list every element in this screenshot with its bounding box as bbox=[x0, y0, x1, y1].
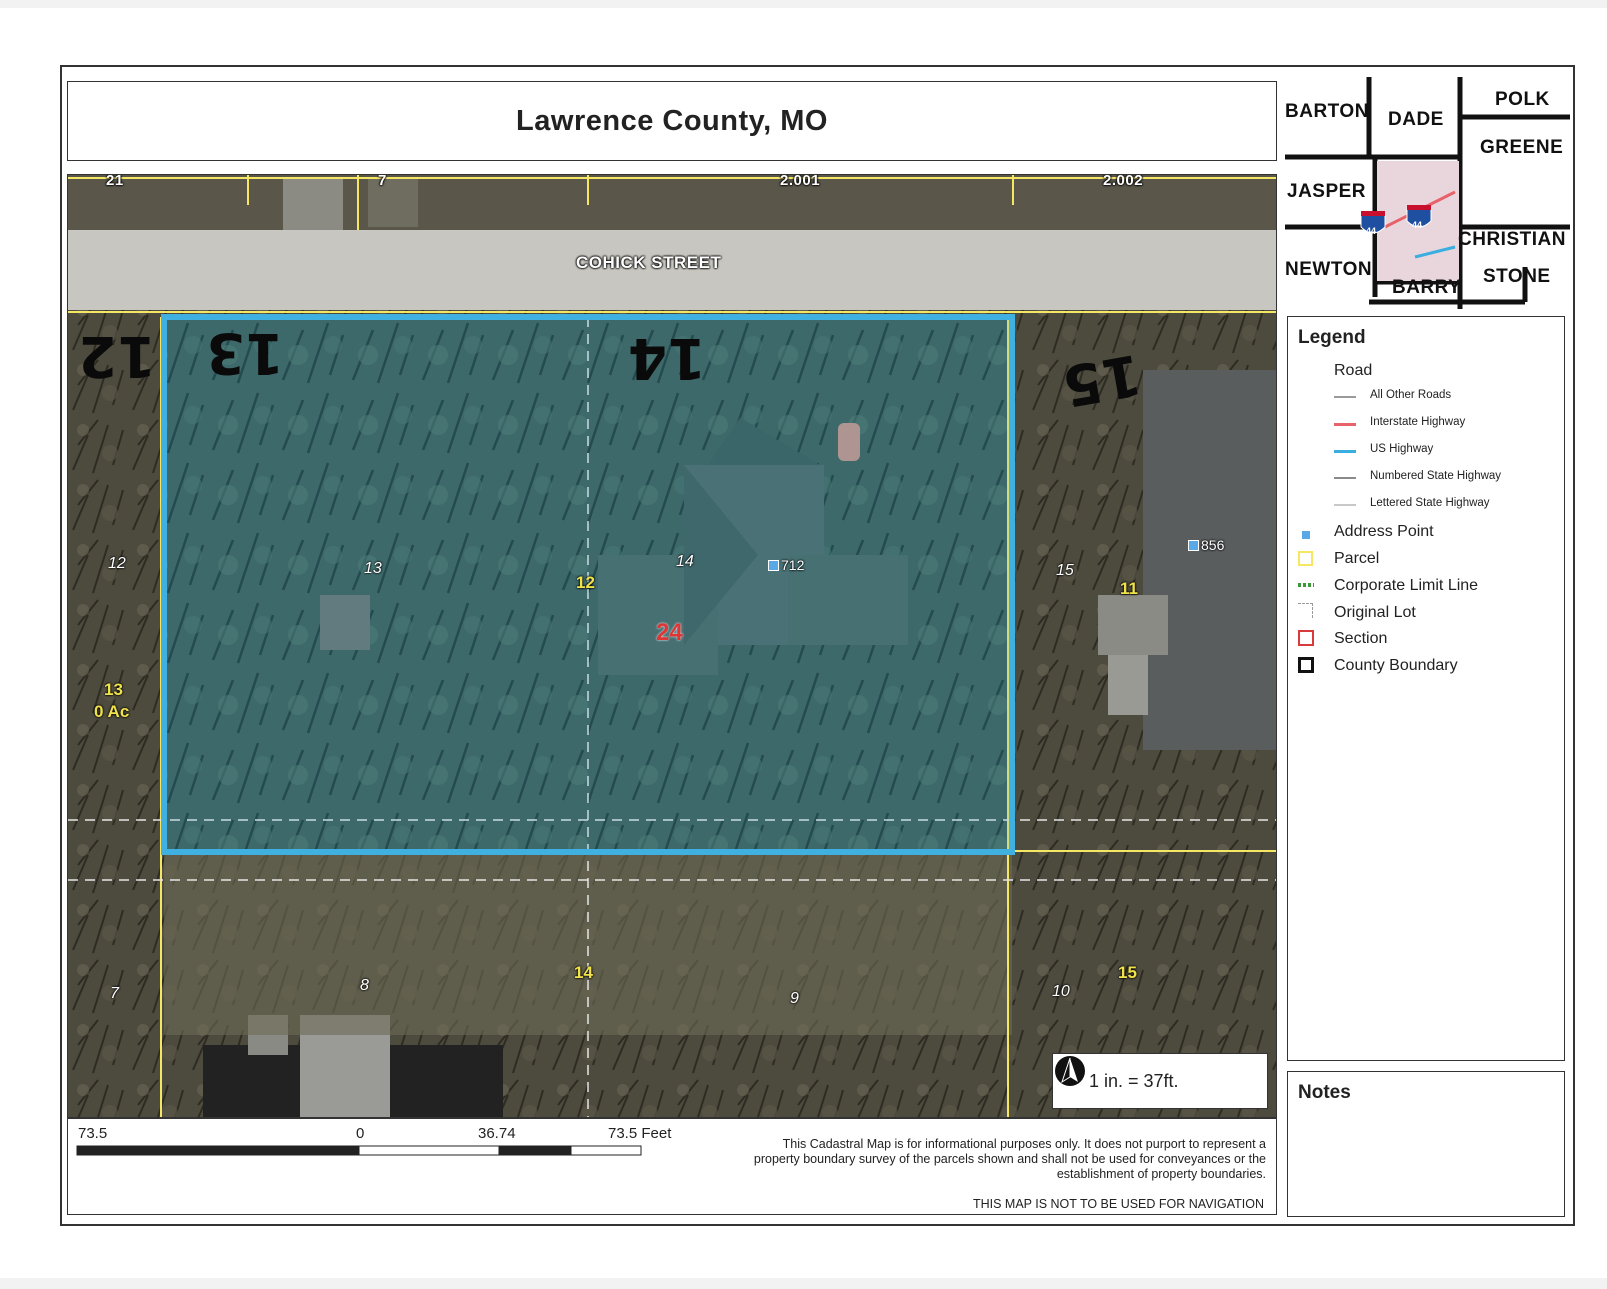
legend-interstate: Interstate Highway bbox=[1370, 416, 1466, 428]
scale-label-zero: 0 bbox=[356, 1125, 365, 1142]
handwritten-lot-15: 15 bbox=[1057, 340, 1146, 419]
interstate-shield-label: 44 bbox=[1366, 226, 1377, 236]
road-name-label: COHICK STREET bbox=[576, 253, 722, 272]
parcel-label-11: 11 bbox=[1120, 579, 1138, 598]
legend-numbered-state-swatch bbox=[1334, 477, 1356, 479]
legend-title: Legend bbox=[1298, 327, 1366, 348]
map-sheet: Lawrence County, MO 21 7 2.001 2.002 COH… bbox=[0, 8, 1607, 1278]
map-scale-box: 1 in. = 37ft. bbox=[1052, 1053, 1268, 1109]
legend-us-highway-swatch bbox=[1334, 450, 1356, 453]
lot-label-15: 15 bbox=[1056, 562, 1074, 579]
road-number-2002: 2.002 bbox=[1103, 174, 1144, 189]
legend-road-swatch bbox=[1334, 396, 1356, 398]
north-arrow-icon bbox=[1055, 1056, 1085, 1086]
scale-bar bbox=[76, 1145, 642, 1156]
county-barry: BARRY bbox=[1392, 277, 1462, 298]
handwritten-lot-14: 14 bbox=[628, 325, 706, 390]
navigation-warning: THIS MAP IS NOT TO BE USED FOR NAVIGATIO… bbox=[972, 1197, 1264, 1211]
legend-us-highway: US Highway bbox=[1370, 443, 1434, 455]
county-newton: NEWTON bbox=[1285, 259, 1373, 280]
original-lot-icon bbox=[1298, 603, 1313, 618]
map-scale-text: 1 in. = 37ft. bbox=[1089, 1070, 1179, 1091]
notes-panel: Notes bbox=[1287, 1071, 1565, 1217]
parcel-acreage: 0 Ac bbox=[94, 702, 130, 721]
parcel-label-15: 15 bbox=[1118, 963, 1137, 982]
corporate-limit-icon bbox=[1298, 583, 1314, 587]
lot-label-8: 8 bbox=[360, 977, 369, 994]
section-label-24: 24 bbox=[656, 619, 683, 646]
lot-label-7: 7 bbox=[110, 985, 119, 1002]
map-title: Lawrence County, MO bbox=[516, 104, 828, 137]
county-jasper: JASPER bbox=[1287, 181, 1367, 202]
road-number-7: 7 bbox=[378, 174, 387, 189]
address-point-icon bbox=[1188, 539, 1199, 551]
aerial-map[interactable]: 21 7 2.001 2.002 COHICK STREET 12 13 14 … bbox=[67, 174, 1277, 1118]
section-swatch-icon bbox=[1298, 630, 1314, 646]
county-polk: POLK bbox=[1495, 89, 1550, 110]
legend-interstate-swatch bbox=[1334, 423, 1356, 426]
address-point-icon bbox=[1302, 531, 1310, 539]
scale-label-mid: 36.74 bbox=[478, 1125, 516, 1142]
address-point-856[interactable]: 856 bbox=[1188, 537, 1224, 553]
county-dade: DADE bbox=[1388, 109, 1444, 130]
county-greene: GREENE bbox=[1480, 137, 1564, 158]
lot-label-13: 13 bbox=[364, 560, 382, 577]
notes-title: Notes bbox=[1298, 1082, 1351, 1103]
legend-original-lot: Original Lot bbox=[1334, 604, 1416, 621]
lot-label-9: 9 bbox=[790, 990, 799, 1007]
county-barton: BARTON bbox=[1285, 101, 1369, 122]
legend-county-boundary: County Boundary bbox=[1334, 657, 1458, 674]
parcel-label-13: 13 bbox=[104, 680, 123, 699]
county-locator-map: BARTON DADE POLK GREENE JASPER CHRISTIAN… bbox=[1285, 77, 1570, 309]
legend-numbered-state: Numbered State Highway bbox=[1370, 470, 1502, 482]
legend-corporate-limit: Corporate Limit Line bbox=[1334, 577, 1479, 594]
legend-lettered-state: Lettered State Highway bbox=[1370, 497, 1490, 509]
county-christian: CHRISTIAN bbox=[1458, 229, 1566, 250]
handwritten-lot-13: 13 bbox=[206, 320, 284, 385]
legend-section: Section bbox=[1334, 630, 1388, 647]
legend-road-heading: Road bbox=[1334, 362, 1373, 379]
lot-label-12: 12 bbox=[108, 555, 126, 572]
scale-label-right: 73.5 Feet bbox=[608, 1125, 672, 1142]
address-point-icon bbox=[768, 559, 779, 571]
parcel-label-12: 12 bbox=[576, 573, 595, 592]
legend-lettered-state-swatch bbox=[1334, 504, 1356, 506]
parcel-swatch-icon bbox=[1298, 551, 1313, 566]
legend-parcel: Parcel bbox=[1334, 550, 1380, 567]
county-boundary-swatch-icon bbox=[1298, 657, 1314, 673]
road-number-2001: 2.001 bbox=[780, 174, 821, 189]
parcel-label-14: 14 bbox=[574, 963, 593, 982]
interstate-shield-label-2: 44 bbox=[1412, 220, 1423, 230]
title-box: Lawrence County, MO bbox=[67, 81, 1277, 161]
scale-and-disclaimer-box: 73.5 0 36.74 73.5 Feet This Cadastral Ma… bbox=[67, 1118, 1277, 1215]
legend-panel: Legend Road All Other Roads Interstate H… bbox=[1287, 316, 1565, 1061]
address-point-712[interactable]: 712 bbox=[768, 557, 804, 573]
scale-label-left: 73.5 bbox=[78, 1125, 108, 1142]
lot-label-14: 14 bbox=[676, 553, 694, 570]
lot-label-10: 10 bbox=[1052, 983, 1070, 1000]
road-number-21: 21 bbox=[106, 174, 124, 189]
handwritten-lot-12: 12 bbox=[78, 323, 156, 388]
county-stone: STONE bbox=[1483, 266, 1551, 287]
legend-all-other-roads: All Other Roads bbox=[1370, 389, 1452, 401]
legend-address-point: Address Point bbox=[1334, 523, 1434, 540]
disclaimer-text: This Cadastral Map is for informational … bbox=[753, 1137, 1266, 1181]
